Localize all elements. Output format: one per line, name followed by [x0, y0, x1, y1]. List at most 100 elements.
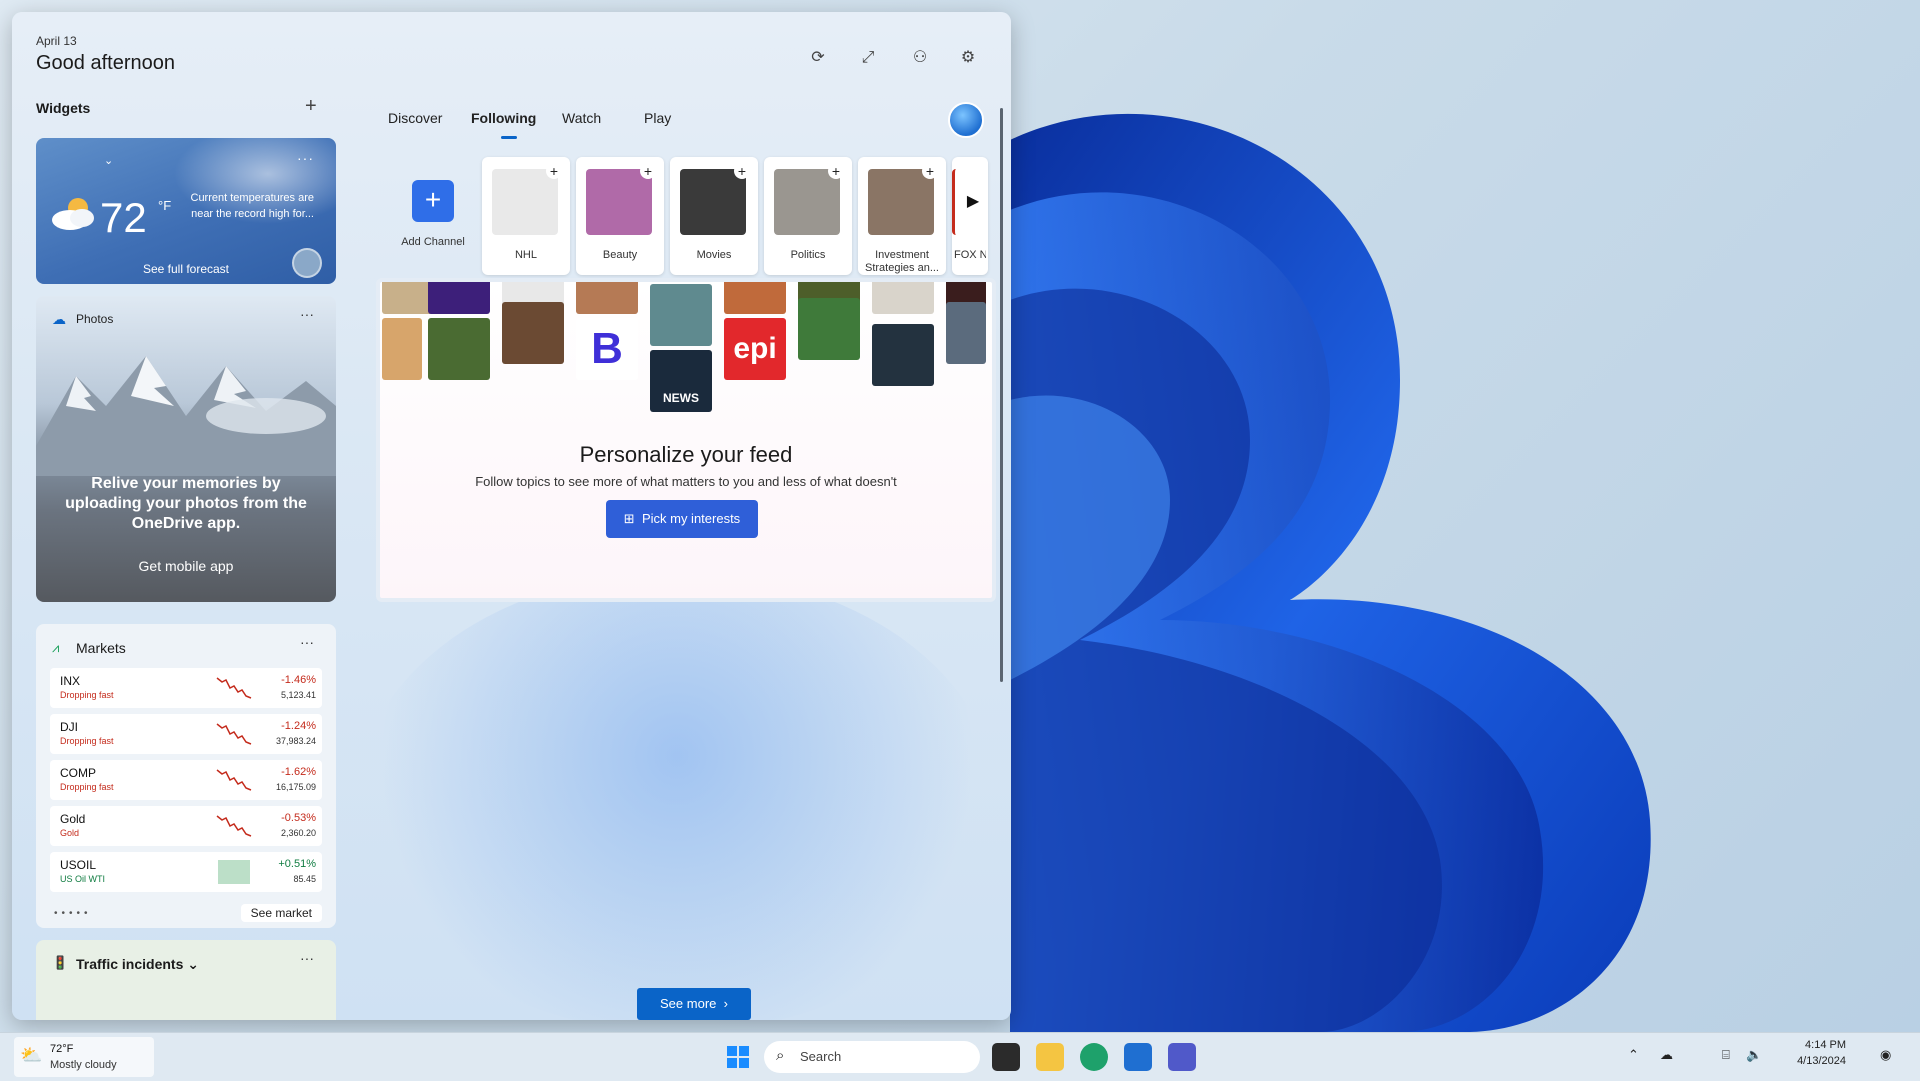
search-placeholder: Search [800, 1049, 842, 1064]
add-channel-label: Add Channel [401, 236, 465, 248]
file-explorer-icon[interactable] [1036, 1043, 1064, 1071]
market-symbol: DJI [60, 720, 78, 734]
refresh-icon[interactable]: ⟳ [806, 46, 830, 70]
personalize-feed-subtitle: Follow topics to see more of what matter… [475, 474, 897, 489]
traffic-widget[interactable]: 🚦 Traffic incidents ⌄ ··· [36, 940, 336, 1020]
settings-gear-icon[interactable]: ⚙ [956, 46, 980, 70]
location-chevron-down-icon[interactable]: ⌄ [104, 154, 113, 167]
notifications-icon[interactable]: ◉ [1880, 1047, 1891, 1063]
see-market-button[interactable]: See market [240, 904, 322, 922]
markets-widget[interactable]: ⩘ Markets ··· INX Dropping fast -1.46% 5,12… [36, 624, 336, 928]
follow-plus-icon[interactable]: + [546, 163, 562, 179]
channel-tile[interactable]: + Politics [764, 157, 852, 275]
traffic-more-options-icon[interactable]: ··· [300, 950, 314, 966]
header-greeting: Good afternoon [36, 52, 175, 74]
market-sparkline [216, 677, 252, 699]
market-percent-change: +0.51% [278, 858, 316, 870]
add-widget-plus-icon[interactable]: + [305, 96, 317, 116]
tray-chevron-up-icon[interactable]: ⌃ [1628, 1047, 1639, 1063]
channel-label: Politics [790, 249, 826, 261]
onedrive-tray-icon[interactable]: ☁ [1660, 1047, 1673, 1063]
market-sparkline [218, 860, 250, 884]
chevron-right-icon: › [723, 996, 728, 1011]
taskbar-date[interactable]: 4/13/2024 [1778, 1055, 1846, 1067]
task-view-icon[interactable] [992, 1043, 1020, 1071]
tab-following[interactable]: Following [471, 110, 536, 126]
market-percent-change: -1.24% [281, 720, 316, 732]
volume-icon[interactable]: 🔈 [1746, 1047, 1762, 1063]
taskbar-time[interactable]: 4:14 PM [1790, 1039, 1846, 1051]
channel-tile[interactable]: + NHL [482, 157, 570, 275]
photos-title: Photos [76, 312, 114, 326]
channel-image [492, 169, 558, 235]
next-channels-arrow-icon[interactable]: ▶ [952, 169, 988, 235]
weather-widget[interactable]: ⌄ ··· 72 °F Current temperatures are nea… [36, 138, 336, 284]
topic-thumbnail [872, 282, 934, 314]
market-percent-change: -0.53% [281, 812, 316, 824]
taskbar: ⛅ 72°F Mostly cloudy ⌕ Search ⌃ ☁ ⌸ 🔈 4:… [0, 1032, 1920, 1081]
follow-plus-icon[interactable]: + [734, 163, 750, 179]
widgets-section-title: Widgets [36, 100, 91, 116]
pick-my-interests-button[interactable]: ⊞ Pick my interests [606, 500, 758, 538]
market-subtitle: US Oil WTI [60, 874, 105, 884]
market-row[interactable]: DJI Dropping fast -1.24% 37,983.24 [50, 714, 322, 754]
markets-page-dots[interactable]: ••••• [54, 908, 92, 919]
market-subtitle: Gold [60, 828, 80, 838]
market-row[interactable]: COMP Dropping fast -1.62% 16,175.09 [50, 760, 322, 800]
pick-my-interests-label: Pick my interests [641, 511, 741, 526]
partly-cloudy-icon [52, 198, 94, 230]
channel-tile[interactable]: + Movies [670, 157, 758, 275]
expand-icon[interactable]: ⤢ [856, 46, 880, 70]
market-value: 37,983.24 [275, 736, 316, 746]
tab-play[interactable]: Play [644, 110, 671, 126]
traffic-title[interactable]: Traffic incidents ⌄ [76, 956, 199, 973]
network-icon[interactable]: ⌸ [1722, 1047, 1730, 1063]
topic-thumbnail [428, 318, 490, 380]
get-mobile-app-button[interactable]: Get mobile app [116, 558, 256, 574]
weather-more-options-icon[interactable]: ··· [297, 150, 314, 166]
channel-tile[interactable]: ▶ FOX N [952, 157, 988, 275]
windows-start-icon[interactable] [726, 1045, 750, 1069]
add-channel-plus-icon[interactable]: + [412, 180, 454, 222]
channel-tile[interactable]: + Investment Strategies an... [858, 157, 946, 275]
taskbar-search-box[interactable]: ⌕ Search [764, 1041, 980, 1073]
channel-image [586, 169, 652, 235]
teams-icon[interactable] [1168, 1043, 1196, 1071]
taskbar-weather[interactable]: ⛅ 72°F Mostly cloudy [14, 1037, 154, 1077]
market-sparkline [216, 769, 252, 791]
tab-discover[interactable]: Discover [388, 110, 442, 126]
epicurious-logo-icon: epi [724, 318, 786, 380]
copilot-icon[interactable] [948, 102, 984, 138]
market-row[interactable]: Gold Gold -0.53% 2,360.20 [50, 806, 322, 846]
channel-tile[interactable]: + Beauty [576, 157, 664, 275]
weather-alert-note[interactable]: Current temperatures are near the record… [184, 190, 315, 222]
weather-unit: °F [158, 198, 172, 213]
widgets-panel: April 13 Good afternoon ⟳ ⤢ ⚇ ⚙ Widgets … [12, 12, 1011, 1020]
photos-more-options-icon[interactable]: ··· [300, 306, 314, 322]
market-subtitle: Dropping fast [60, 782, 114, 792]
see-more-button[interactable]: See more › [637, 988, 751, 1020]
feed-scrollbar[interactable] [1000, 108, 1003, 682]
add-channel[interactable]: + Add Channel [398, 180, 468, 248]
traffic-light-icon: 🚦 [52, 955, 69, 970]
channel-image [774, 169, 840, 235]
photos-widget[interactable]: ☁ Photos ··· Relive your memories by upl… [36, 296, 336, 602]
follow-plus-icon[interactable]: + [828, 163, 844, 179]
bustle-logo-icon: B [576, 318, 638, 380]
follow-plus-icon[interactable]: + [922, 163, 938, 179]
topic-thumbnail [428, 282, 490, 314]
market-row[interactable]: USOIL US Oil WTI +0.51% 85.45 [50, 852, 322, 892]
markets-more-options-icon[interactable]: ··· [300, 634, 314, 650]
edge-browser-icon[interactable] [1080, 1043, 1108, 1071]
market-row[interactable]: INX Dropping fast -1.46% 5,123.41 [50, 668, 322, 708]
account-switch-icon[interactable]: ⚇ [908, 46, 932, 70]
markets-title: Markets [76, 640, 126, 656]
taskbar-weather-temp: 72°F [50, 1043, 74, 1055]
see-full-forecast-link[interactable]: See full forecast [36, 262, 336, 276]
tab-watch[interactable]: Watch [562, 110, 601, 126]
traffic-title-text: Traffic incidents [76, 956, 184, 972]
follow-plus-icon[interactable]: + [640, 163, 656, 179]
mountain-photo [36, 356, 336, 476]
channel-label: Movies [696, 249, 732, 261]
microsoft-store-icon[interactable] [1124, 1043, 1152, 1071]
